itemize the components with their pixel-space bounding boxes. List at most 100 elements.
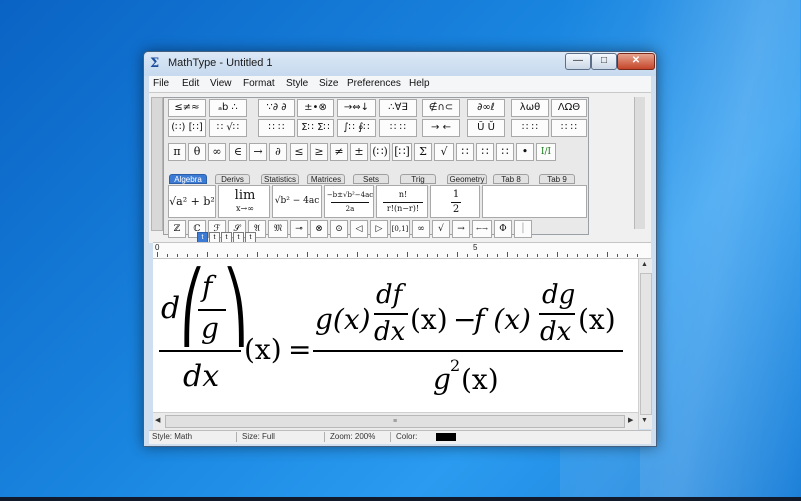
symbol-sqrt[interactable]: √ (434, 143, 454, 161)
template-pythagorean[interactable]: √a² + b² (168, 185, 216, 218)
menu-edit[interactable]: Edit (182, 78, 199, 89)
maximize-button[interactable]: □ (591, 53, 617, 70)
palette-matrices[interactable]: ∷ ∷ (511, 119, 549, 137)
symbol-infinity[interactable]: ∞ (208, 143, 226, 161)
palette-bars[interactable]: ∷ ∷ (379, 119, 417, 137)
title-bar[interactable]: Σ MathType - Untitled 1 — □ ✕ (144, 52, 656, 76)
symbol-not-equal[interactable]: ≠ (330, 143, 348, 161)
symbol-fraktur-m[interactable]: 𝔐 (268, 220, 288, 238)
symbol-sqrt-2[interactable]: √ (432, 220, 450, 238)
symbol-infinity-2[interactable]: ∞ (412, 220, 430, 238)
menu-file[interactable]: File (153, 78, 169, 89)
toolbar-grip[interactable] (634, 97, 645, 229)
symbol-brackets[interactable]: [∷] (392, 143, 412, 161)
symbol-bullet[interactable]: • (516, 143, 534, 161)
scroll-up-icon[interactable]: ▲ (641, 261, 648, 268)
menu-preferences[interactable]: Preferences (347, 78, 401, 89)
template-combination[interactable]: n! r!(n−r)! (376, 185, 428, 218)
tab-9[interactable]: Tab 9 (539, 174, 575, 184)
menu-help[interactable]: Help (409, 78, 430, 89)
template-fraction-half[interactable]: 1 2 (430, 185, 480, 218)
symbol-plus-minus[interactable]: ± (350, 143, 368, 161)
symbol-tensor[interactable]: ⊗ (310, 220, 328, 238)
symbol-phi[interactable]: Φ (494, 220, 512, 238)
palette-sets[interactable]: ∉∩⊂ (422, 99, 460, 117)
toolbar: ≤≠≈ ₐb ∴ ∵∂ ∂ ±•⊗ →⇔↓ ∴∀∃ ∉∩⊂ ∂∞ℓ λωθ ΛΩ… (149, 92, 651, 243)
symbol-integers[interactable]: ℤ (168, 220, 186, 238)
palette-integrals[interactable]: ∫∷ ∮∷ (337, 119, 376, 137)
close-button[interactable]: ✕ (617, 53, 655, 70)
ruler[interactable]: 0 5 (153, 242, 651, 259)
scroll-right-icon[interactable]: ▶ (628, 416, 633, 424)
symbol-right-triangle[interactable]: ▷ (370, 220, 388, 238)
symbol-sub-superscript[interactable]: ∷ (496, 143, 514, 161)
palette-spaces[interactable]: ₐb ∴ (209, 99, 247, 117)
minimize-button[interactable]: — (565, 53, 591, 70)
palette-labeled-arrows[interactable]: → ← (422, 119, 460, 137)
combination-numerator: n! (398, 190, 408, 199)
palette-logic[interactable]: ∴∀∃ (379, 99, 417, 117)
vertical-scrollbar[interactable]: ▲ ▼ (638, 259, 652, 429)
tab-matrices[interactable]: Matrices (307, 174, 345, 184)
symbol-right-arrow[interactable]: → (249, 143, 267, 161)
equation-editor[interactable]: d ⎛ f g ⎞ dx (x) = g(x) df dx (x) − f (x… (153, 259, 638, 412)
scroll-left-icon[interactable]: ◀ (155, 416, 160, 424)
palette-operators[interactable]: ±•⊗ (297, 99, 334, 117)
tab-sets[interactable]: Sets (353, 174, 389, 184)
horizontal-scrollbar[interactable]: ◀ ≡ ▶ (153, 412, 638, 430)
palette-fences[interactable]: (∷) [∷] (168, 119, 206, 137)
palette-embellishments[interactable]: ∵∂ ∂ (258, 99, 295, 117)
template-quadratic-formula[interactable]: −b±√b²−4ac 2a (324, 185, 374, 218)
palette-products[interactable]: Ū Ŭ (467, 119, 505, 137)
template-discriminant[interactable]: √b² − 4ac (272, 185, 322, 218)
symbol-interval[interactable]: [0,1] (390, 220, 410, 238)
symbol-theta[interactable]: θ (188, 143, 206, 161)
symbol-parentheses[interactable]: (∷) (370, 143, 390, 161)
symbol-circle-dot[interactable]: ⊙ (330, 220, 348, 238)
menu-style[interactable]: Style (286, 78, 308, 89)
symbol-left-triangle[interactable]: ◁ (350, 220, 368, 238)
toolbar-scrollbar[interactable] (151, 97, 163, 231)
tab-geometry[interactable]: Geometry (447, 174, 487, 184)
vertical-scroll-thumb[interactable] (640, 273, 652, 415)
symbol-multimap[interactable]: ⊸ (290, 220, 308, 238)
scroll-down-icon[interactable]: ▼ (641, 417, 648, 424)
tab-trig[interactable]: Trig (400, 174, 436, 184)
df-fraction-bar (374, 313, 408, 315)
symbol-less-equal[interactable]: ≤ (290, 143, 308, 161)
symbol-subscript[interactable]: ∷ (476, 143, 494, 161)
ruler-tick (457, 252, 458, 257)
tab-derivs[interactable]: Derivs (215, 174, 250, 184)
taskbar[interactable] (0, 497, 801, 501)
tab-statistics[interactable]: Statistics (261, 174, 299, 184)
symbol-superscript[interactable]: ∷ (456, 143, 474, 161)
menu-size[interactable]: Size (319, 78, 338, 89)
symbol-element-of[interactable]: ∈ (229, 143, 247, 161)
palette-boxes[interactable]: ∷ ∷ (551, 119, 587, 137)
symbol-arrow-2[interactable]: → (452, 220, 470, 238)
palette-arrows[interactable]: →⇔↓ (337, 99, 376, 117)
tab-algebra[interactable]: Algebra (169, 174, 207, 184)
symbol-double-arrow[interactable]: ←→ (472, 220, 492, 238)
palette-greek-upper[interactable]: ΛΩΘ (551, 99, 587, 117)
tab-8[interactable]: Tab 8 (493, 174, 529, 184)
symbol-greater-equal[interactable]: ≥ (310, 143, 328, 161)
symbol-partial[interactable]: ∂ (269, 143, 287, 161)
status-bar: Style: Math Size: Full Zoom: 200% Color: (149, 430, 651, 444)
palette-subscripts[interactable]: ∷ ∷ (258, 119, 295, 137)
template-empty-slot[interactable] (482, 185, 587, 218)
window-title: MathType - Untitled 1 (168, 57, 273, 69)
symbol-text-toggle[interactable]: I/I (536, 143, 556, 161)
symbol-divider[interactable]: │ (514, 220, 532, 238)
menu-view[interactable]: View (210, 78, 232, 89)
horizontal-scroll-thumb[interactable]: ≡ (165, 415, 625, 428)
template-limit[interactable]: lim x→∞ (218, 185, 270, 218)
palette-sums[interactable]: Σ∷ Σ∷ (297, 119, 334, 137)
menu-format[interactable]: Format (243, 78, 275, 89)
symbol-sum[interactable]: Σ (414, 143, 432, 161)
palette-misc[interactable]: ∂∞ℓ (467, 99, 505, 117)
palette-greek-lower[interactable]: λωθ (511, 99, 549, 117)
palette-relations[interactable]: ≤≠≈ (168, 99, 206, 117)
symbol-pi[interactable]: π (168, 143, 186, 161)
palette-fractions[interactable]: ∷ √∷ (209, 119, 247, 137)
